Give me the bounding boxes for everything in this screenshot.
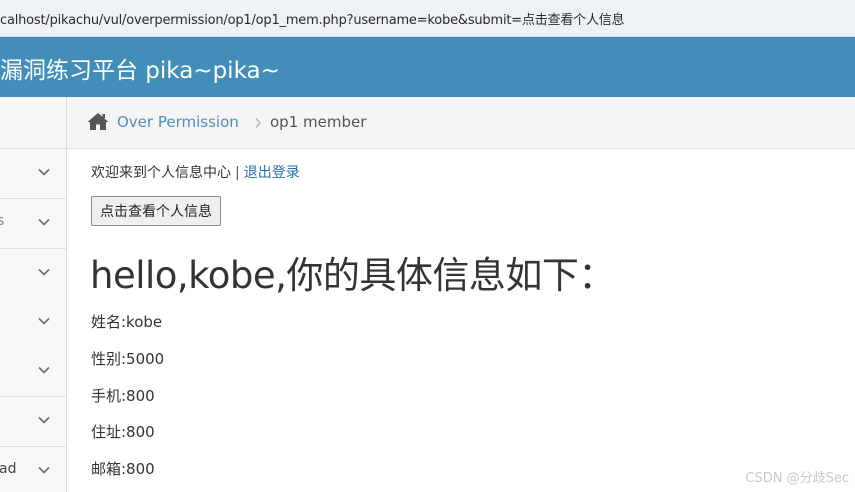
sidebar-item-label: s xyxy=(0,213,5,229)
chevron-down-icon xyxy=(38,168,50,176)
breadcrumb: Over Permission op1 member xyxy=(67,97,855,149)
info-address: 住址:800 xyxy=(91,423,155,441)
sidebar-item[interactable]: ad xyxy=(0,447,66,492)
info-gender: 性别:5000 xyxy=(91,350,165,368)
sidebar-item[interactable] xyxy=(0,397,66,447)
chevron-right-icon xyxy=(255,118,262,128)
chevron-down-icon xyxy=(38,218,50,226)
brand-title[interactable]: 漏洞练习平台 pika~pika~ xyxy=(0,51,280,85)
chevron-down-icon xyxy=(38,466,50,474)
view-profile-button[interactable]: 点击查看个人信息 xyxy=(91,196,221,226)
chevron-down-icon xyxy=(38,317,50,325)
address-bar[interactable]: calhost/pikachu/vul/overpermission/op1/o… xyxy=(0,0,855,37)
main-content: 欢迎来到个人信息中心 | 退出登录 点击查看个人信息 hello,kobe,你的具体… xyxy=(67,149,855,492)
greeting-heading: hello,kobe,你的具体信息如下： xyxy=(90,254,615,297)
chevron-down-icon xyxy=(38,366,50,374)
chevron-down-icon xyxy=(38,268,50,276)
watermark: CSDN @分歧Sec xyxy=(745,471,849,486)
breadcrumb-link-over-permission[interactable]: Over Permission xyxy=(117,113,239,131)
screen: calhost/pikachu/vul/overpermission/op1/o… xyxy=(0,0,855,492)
info-email: 邮箱:800 xyxy=(91,460,155,478)
sidebar-item[interactable] xyxy=(0,347,66,397)
sidebar-header xyxy=(0,97,66,149)
sidebar-item-label: ad xyxy=(0,461,17,477)
welcome-separator: | xyxy=(235,165,240,181)
breadcrumb-current: op1 member xyxy=(270,113,367,131)
sidebar-item[interactable]: s xyxy=(0,199,66,249)
welcome-text: 欢迎来到个人信息中心 xyxy=(91,165,231,181)
info-phone: 手机:800 xyxy=(91,387,155,405)
sidebar-item[interactable] xyxy=(0,298,66,348)
sidebar-item[interactable] xyxy=(0,149,66,199)
logout-link[interactable]: 退出登录 xyxy=(244,165,300,181)
sidebar: s ad xyxy=(0,97,67,492)
home-icon[interactable] xyxy=(87,112,109,131)
info-name: 姓名:kobe xyxy=(91,313,163,331)
sidebar-item[interactable] xyxy=(0,249,66,299)
top-navbar: 漏洞练习平台 pika~pika~ xyxy=(0,37,855,97)
welcome-line: 欢迎来到个人信息中心 | 退出登录 xyxy=(91,162,300,182)
address-url[interactable]: calhost/pikachu/vul/overpermission/op1/o… xyxy=(0,9,625,28)
chevron-down-icon xyxy=(38,416,50,424)
